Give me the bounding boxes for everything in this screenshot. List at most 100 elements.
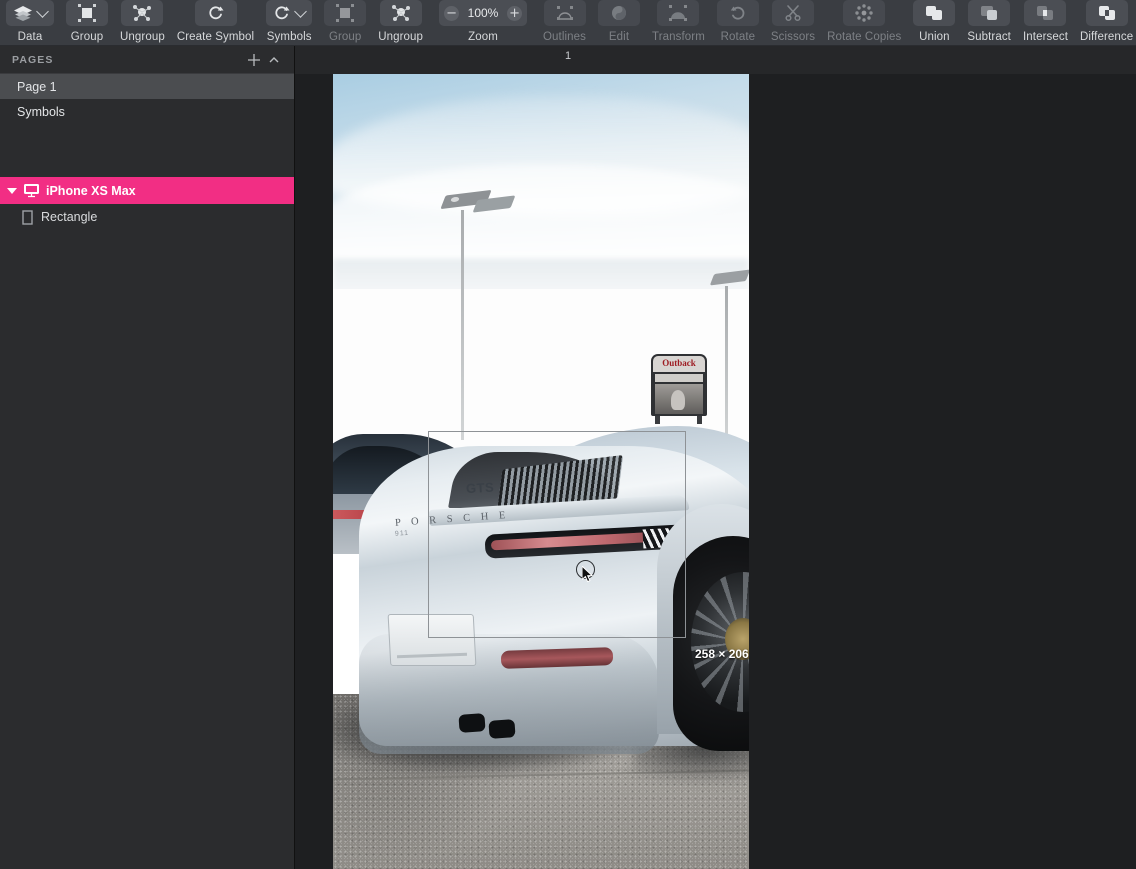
photo-store-sign-band [655, 374, 703, 382]
chevron-up-icon [267, 53, 281, 67]
toolbar-item-scissors[interactable]: Scissors [765, 0, 821, 46]
group-button[interactable] [66, 0, 108, 26]
data-button[interactable] [6, 0, 54, 26]
toolbar-item-transform[interactable]: Transform [646, 0, 711, 46]
transform-button[interactable] [657, 0, 699, 26]
zoom-in-button[interactable]: + [507, 6, 522, 21]
toolbar-item-group-2[interactable]: Group [318, 0, 372, 46]
toolbar-item-symbols[interactable]: Symbols [260, 0, 318, 46]
toolbar-label-rotate-copies: Rotate Copies [827, 31, 901, 43]
disclosure-triangle-icon[interactable] [7, 188, 17, 194]
layer-row-artboard[interactable]: iPhone XS Max [0, 177, 294, 204]
toolbar-label-transform: Transform [652, 31, 705, 43]
photo-light-pole-2 [725, 286, 728, 436]
toolbar-label-ungroup-2: Ungroup [378, 31, 423, 43]
toolbar-item-union[interactable]: Union [907, 0, 961, 46]
toolbar-label-intersect: Intersect [1023, 31, 1068, 43]
toolbar-label-data: Data [18, 31, 43, 43]
scissors-button[interactable] [772, 0, 814, 26]
toolbar-item-rotate[interactable]: Rotate [711, 0, 765, 46]
ungroup-icon [132, 3, 152, 23]
toolbar-label-rotate: Rotate [721, 31, 755, 43]
zoom-value: 100% [465, 6, 501, 20]
subtract-button[interactable] [968, 0, 1010, 26]
toolbar-item-intersect[interactable]: Intersect [1017, 0, 1074, 46]
toolbar-label-union: Union [919, 31, 950, 43]
toolbar: Data Group Ungroup [0, 0, 1136, 46]
toolbar-label-symbols: Symbols [267, 31, 312, 43]
plus-icon [247, 53, 261, 67]
subtract-icon [979, 4, 999, 22]
union-button[interactable] [913, 0, 955, 26]
photo-porsche-exhaust-left [458, 713, 485, 733]
toolbar-item-ungroup-2[interactable]: Ungroup [372, 0, 429, 46]
zoom-out-button[interactable]: − [444, 6, 459, 21]
edit-icon [610, 4, 628, 22]
page-row-symbols[interactable]: Symbols [0, 99, 294, 124]
artboard-iphone-xs-max[interactable]: Outback GTS P O R S C H E 911 [333, 74, 749, 869]
create-symbol-button[interactable] [195, 0, 237, 26]
group-button-2[interactable] [324, 0, 366, 26]
add-page-button[interactable] [244, 50, 264, 70]
layer-label: Rectangle [41, 210, 97, 224]
toolbar-item-data[interactable]: Data [0, 0, 60, 46]
pages-title: PAGES [12, 54, 244, 66]
collapse-pages-button[interactable] [264, 50, 284, 70]
rectangle-icon [22, 210, 33, 225]
artboard-layer-label: iPhone XS Max [46, 184, 136, 198]
zoom-control[interactable]: − 100% + [439, 0, 527, 26]
edit-button[interactable] [598, 0, 640, 26]
toolbar-label-group: Group [71, 31, 103, 43]
toolbar-item-zoom[interactable]: − 100% + Zoom [429, 0, 537, 46]
selection-rectangle[interactable] [428, 431, 686, 638]
ungroup-button[interactable] [121, 0, 163, 26]
toolbar-item-difference[interactable]: Difference [1074, 0, 1136, 46]
chevron-down-icon[interactable] [36, 5, 49, 18]
group-icon [335, 3, 355, 23]
toolbar-item-ungroup[interactable]: Ungroup [114, 0, 171, 46]
chevron-down-icon[interactable] [294, 5, 307, 18]
transform-icon [668, 3, 688, 23]
toolbar-item-outlines[interactable]: Outlines [537, 0, 592, 46]
toolbar-item-subtract[interactable]: Subtract [961, 0, 1017, 46]
layers-icon [13, 5, 33, 22]
toolbar-label-edit: Edit [609, 31, 629, 43]
layer-row-rectangle[interactable]: Rectangle [0, 204, 294, 230]
canvas-left-gutter [295, 74, 333, 869]
page-label: Page 1 [17, 80, 57, 94]
toolbar-label-scissors: Scissors [771, 31, 815, 43]
toolbar-label-difference: Difference [1080, 31, 1133, 43]
rotate-copies-icon [854, 3, 874, 23]
artboard-icon [23, 183, 40, 198]
page-label: Symbols [17, 105, 65, 119]
symbols-icon [273, 4, 291, 22]
toolbar-item-group[interactable]: Group [60, 0, 114, 46]
group-icon [77, 3, 97, 23]
toolbar-item-rotate-copies[interactable]: Rotate Copies [821, 0, 907, 46]
mouse-cursor-icon [582, 566, 595, 584]
rotate-button[interactable] [717, 0, 759, 26]
rotate-copies-button[interactable] [843, 0, 885, 26]
ungroup-icon [391, 3, 411, 23]
outlines-button[interactable] [544, 0, 586, 26]
toolbar-item-create-symbol[interactable]: Create Symbol [171, 0, 260, 46]
toolbar-label-create-symbol: Create Symbol [177, 31, 254, 43]
toolbar-label-zoom: Zoom [468, 31, 498, 43]
ungroup-button-2[interactable] [380, 0, 422, 26]
union-icon [924, 4, 944, 22]
scissors-icon [784, 4, 802, 22]
toolbar-label-subtract: Subtract [967, 31, 1011, 43]
intersect-button[interactable] [1024, 0, 1066, 26]
photo-porsche-exhaust-right [488, 719, 515, 739]
rotate-icon [729, 4, 747, 22]
canvas-right-gutter [749, 74, 1136, 869]
difference-icon [1097, 4, 1117, 22]
create-symbol-icon [207, 4, 225, 22]
page-row-page-1[interactable]: Page 1 [0, 74, 294, 99]
difference-button[interactable] [1086, 0, 1128, 26]
canvas[interactable]: Outback GTS P O R S C H E 911 [295, 74, 1136, 869]
symbols-button[interactable] [266, 0, 312, 26]
photo-light-pole-1 [461, 210, 464, 440]
photo-store-sign-figure [671, 390, 685, 410]
toolbar-item-edit[interactable]: Edit [592, 0, 646, 46]
